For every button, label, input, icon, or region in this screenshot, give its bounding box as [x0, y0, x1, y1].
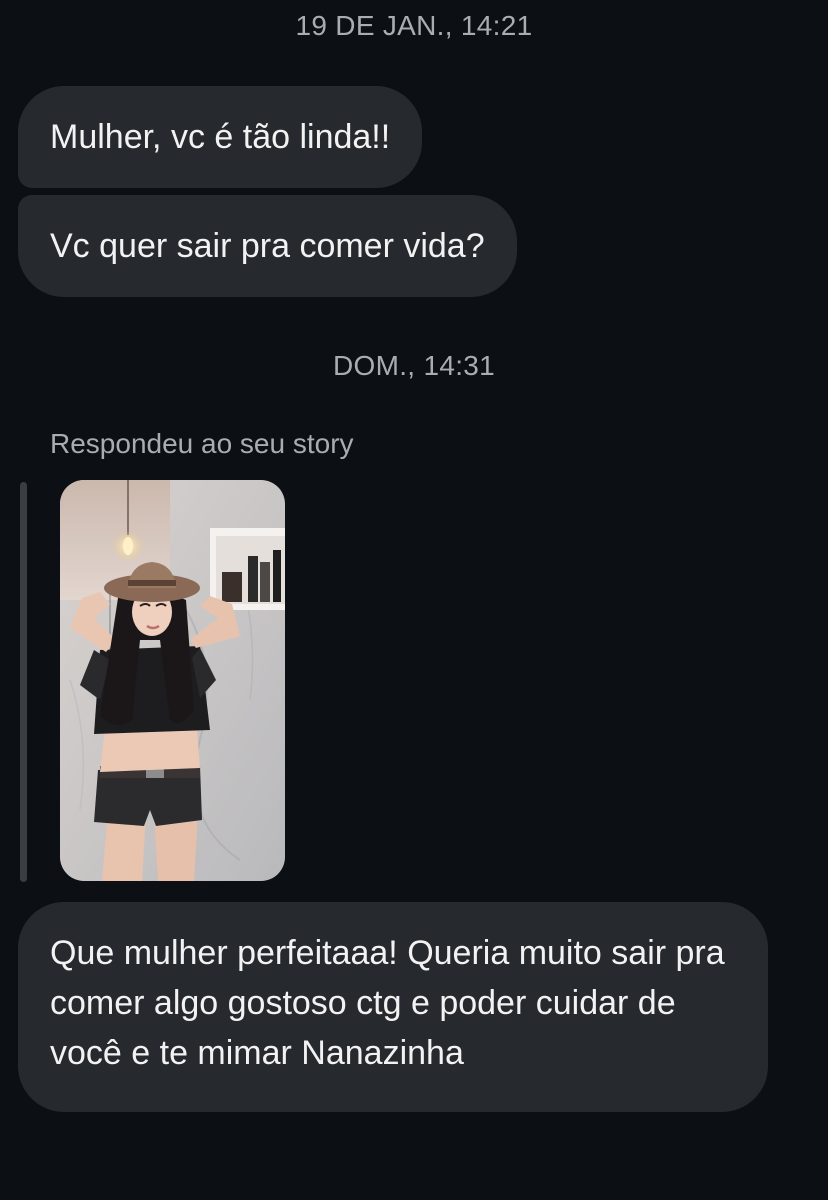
reply-indicator-bar	[20, 482, 27, 882]
message-text: Vc quer sair pra comer vida?	[50, 227, 485, 265]
story-photo	[60, 480, 285, 881]
story-reply-label: Respondeu ao seu story	[50, 428, 354, 459]
message-bubble[interactable]: Mulher, vc é tão linda!!	[18, 86, 423, 188]
story-thumbnail[interactable]	[60, 480, 285, 881]
message-bubble[interactable]: Que mulher perfeitaaa! Queria muito sair…	[18, 902, 768, 1112]
timestamp: DOM., 14:31	[332, 350, 496, 381]
message-bubble[interactable]: Vc quer sair pra comer vida?	[18, 195, 517, 297]
message-text: Mulher, vc é tão linda!!	[50, 118, 391, 156]
message-text: Que mulher perfeitaaa! Queria muito sair…	[50, 934, 725, 1072]
timestamp: 19 DE JAN., 14:21	[295, 10, 533, 41]
